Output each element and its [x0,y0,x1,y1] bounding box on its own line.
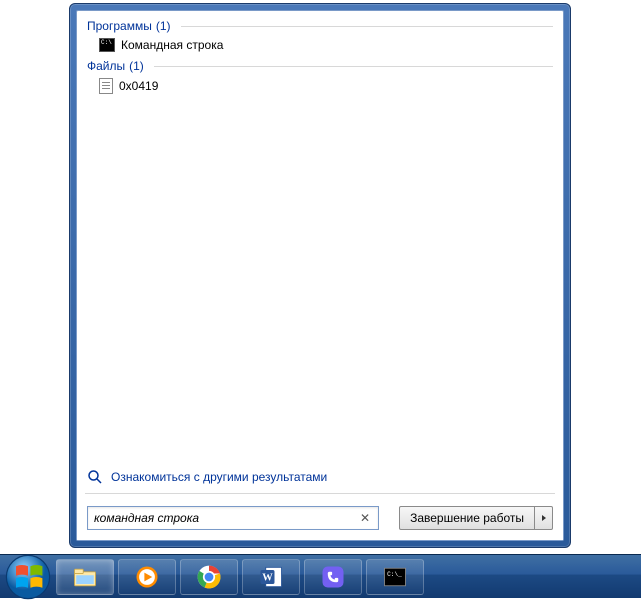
group-count: (1) [129,59,144,73]
divider-line [154,66,553,67]
bottom-divider [85,493,555,494]
taskbar-item-media-player[interactable] [118,559,176,595]
taskbar-item-word[interactable]: W [242,559,300,595]
media-player-icon [133,563,161,591]
svg-text:C:\_: C:\_ [387,571,402,578]
result-item-file[interactable]: 0x0419 [77,75,563,97]
cmd-icon [99,38,115,52]
chrome-icon [195,563,223,591]
file-icon [99,78,113,94]
explorer-icon [71,563,99,591]
see-more-label: Ознакомиться с другими результатами [111,470,327,484]
search-results: Программы (1) Командная строка Файлы (1)… [77,11,563,463]
shutdown-group: Завершение работы [399,506,553,530]
group-title: Программы [87,19,152,33]
windows-orb-icon [4,553,52,601]
shutdown-label: Завершение работы [410,511,524,525]
taskbar-item-chrome[interactable] [180,559,238,595]
see-more-results[interactable]: Ознакомиться с другими результатами [77,463,563,491]
start-button[interactable] [4,555,52,599]
group-header-files[interactable]: Файлы (1) [77,55,563,75]
divider-line [181,26,554,27]
search-icon [87,469,103,485]
group-count: (1) [156,19,171,33]
search-box[interactable]: ✕ [87,506,379,530]
word-icon: W [257,563,285,591]
result-label: Командная строка [121,38,223,52]
start-menu-inner: Программы (1) Командная строка Файлы (1)… [76,10,564,541]
result-item-cmd[interactable]: Командная строка [77,35,563,55]
group-header-programs[interactable]: Программы (1) [77,15,563,35]
taskbar-item-cmd[interactable]: C:\_ [366,559,424,595]
bottom-row: ✕ Завершение работы [77,496,563,540]
result-label: 0x0419 [119,79,158,93]
taskbar: W C:\_ [0,554,641,598]
cmd-window-icon: C:\_ [381,563,409,591]
start-menu-panel: Программы (1) Командная строка Файлы (1)… [69,3,571,548]
chevron-right-icon [540,514,548,522]
search-input[interactable] [94,511,356,525]
viber-icon [319,563,347,591]
taskbar-item-explorer[interactable] [56,559,114,595]
shutdown-menu-button[interactable] [535,506,553,530]
clear-search-icon[interactable]: ✕ [356,511,374,525]
shutdown-button[interactable]: Завершение работы [399,506,535,530]
svg-text:W: W [262,572,273,583]
group-title: Файлы [87,59,125,73]
taskbar-item-viber[interactable] [304,559,362,595]
